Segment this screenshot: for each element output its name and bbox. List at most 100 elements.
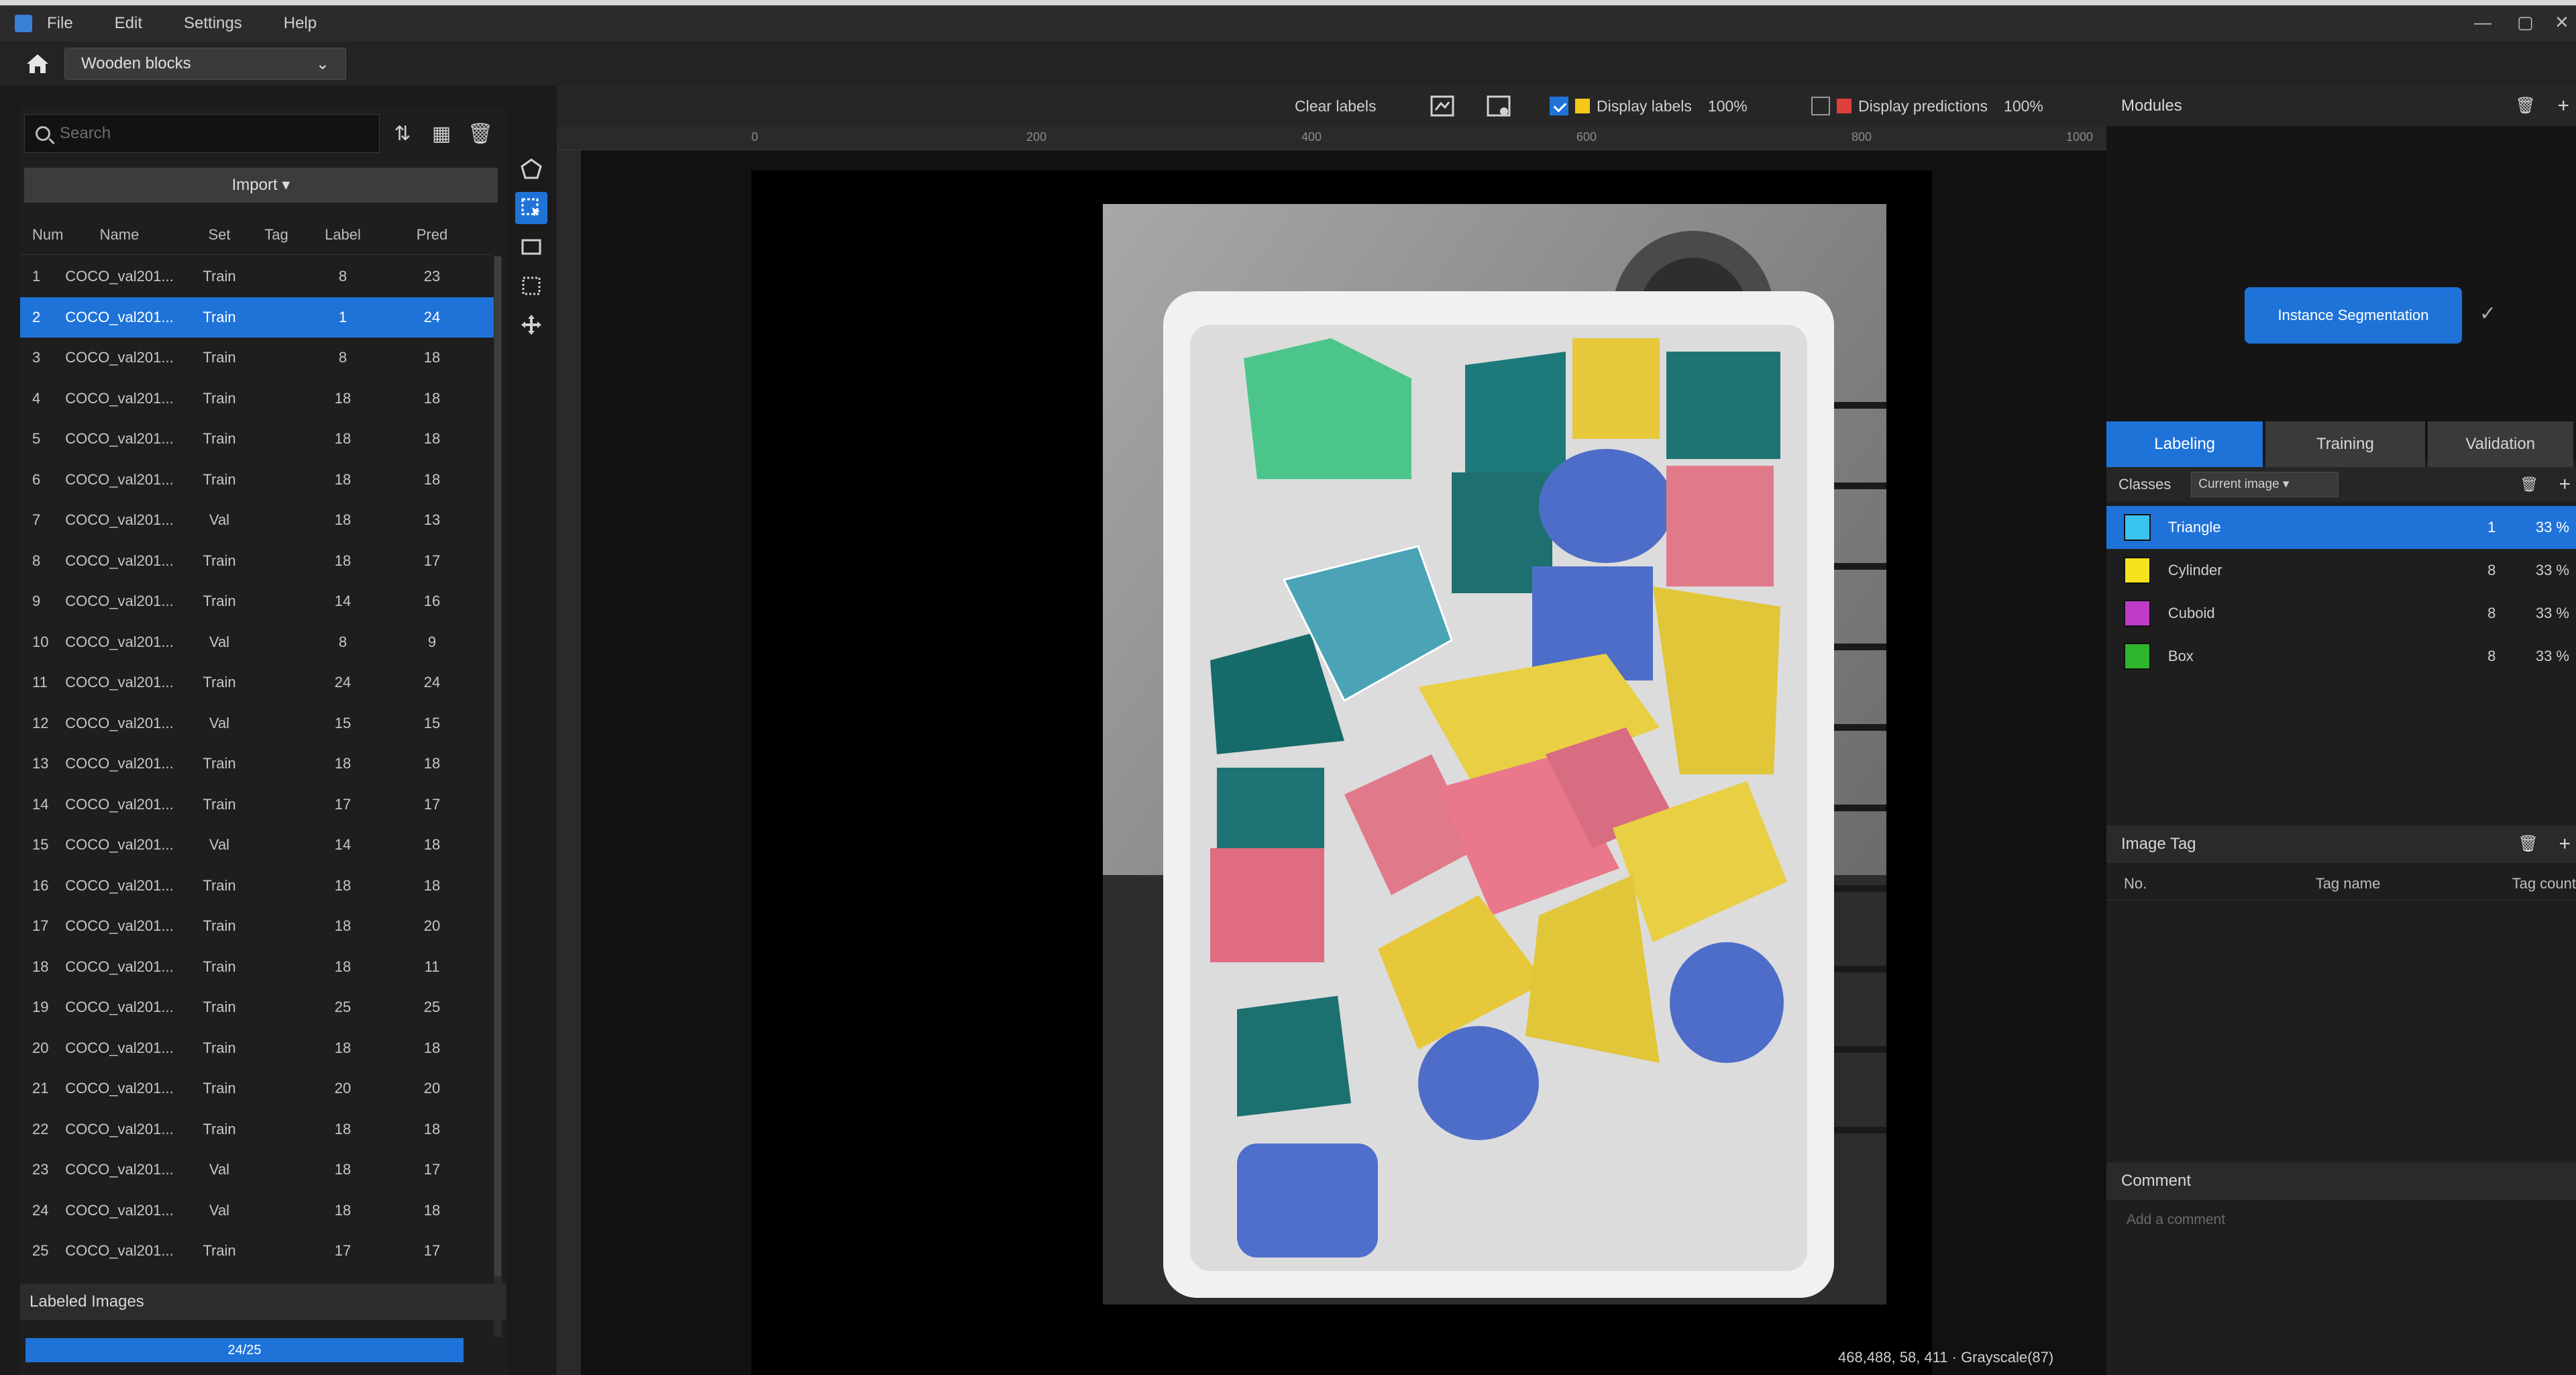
table-row[interactable]: 5 COCO_val201... Train 18 18 — [20, 419, 494, 460]
table-row[interactable]: 19 COCO_val201... Train 25 25 — [20, 987, 494, 1028]
col-tag[interactable]: Tag — [252, 226, 301, 244]
table-row[interactable]: 24 COCO_val201... Val 18 18 — [20, 1190, 494, 1231]
project-dropdown[interactable]: Wooden blocks ⌄ — [64, 48, 346, 80]
clear-labels-text: Clear labels — [1295, 97, 1377, 115]
table-row[interactable]: 13 COCO_val201... Train 18 18 — [20, 744, 494, 784]
table-row[interactable]: 11 COCO_val201... Train 24 24 — [20, 662, 494, 703]
table-row[interactable]: 6 COCO_val201... Train 18 18 — [20, 460, 494, 501]
class-color-swatch[interactable] — [2124, 600, 2151, 627]
grid-view-icon[interactable]: ▦ — [427, 119, 456, 149]
class-color-swatch[interactable] — [2124, 643, 2151, 670]
tab-labeling[interactable]: Labeling — [2106, 421, 2263, 467]
tab-validation[interactable]: Validation — [2427, 421, 2573, 467]
table-row[interactable]: 18 COCO_val201... Train 18 11 — [20, 947, 494, 988]
display-predictions-toggle[interactable]: Display predictions 100% — [1811, 91, 2043, 121]
add-class-icon[interactable]: + — [2559, 473, 2571, 496]
cell-label: 18 — [334, 755, 352, 772]
table-row[interactable]: 15 COCO_val201... Val 14 18 — [20, 825, 494, 866]
rectangle-tool-icon[interactable] — [515, 231, 547, 263]
cell-name: COCO_val201... — [65, 389, 174, 407]
table-scrollbar[interactable] — [494, 256, 502, 1337]
class-color-swatch[interactable] — [2124, 514, 2151, 541]
ruler-tick: 800 — [1851, 130, 1872, 144]
table-row[interactable]: 25 COCO_val201... Train 17 17 — [20, 1231, 494, 1272]
table-row[interactable]: 3 COCO_val201... Train 8 18 — [20, 338, 494, 378]
table-row[interactable]: 10 COCO_val201... Val 8 9 — [20, 622, 494, 663]
scrollbar-thumb[interactable] — [494, 256, 501, 1276]
sample-image[interactable] — [1103, 204, 1886, 1305]
table-row[interactable]: 16 COCO_val201... Train 18 18 — [20, 866, 494, 907]
canvas-toolbar: Clear labels Display labels 100% Display… — [557, 86, 2106, 126]
add-tag-icon[interactable]: + — [2559, 825, 2571, 863]
menu-settings[interactable]: Settings — [184, 14, 242, 33]
polygon-tool-icon[interactable] — [515, 153, 547, 185]
table-row[interactable]: 17 COCO_val201... Train 18 20 — [20, 906, 494, 947]
search-box[interactable]: Search — [24, 114, 380, 153]
menu-help[interactable]: Help — [284, 14, 317, 33]
cell-set: Train — [203, 876, 236, 894]
module-node-instance-segmentation[interactable]: Instance Segmentation — [2245, 287, 2462, 344]
select-tool-icon[interactable] — [515, 192, 547, 224]
display-labels-toggle[interactable]: Display labels 100% — [1550, 91, 1748, 121]
menu-edit[interactable]: Edit — [115, 14, 142, 33]
table-row[interactable]: 23 COCO_val201... Val 18 17 — [20, 1150, 494, 1190]
table-row[interactable]: 12 COCO_val201... Val 15 15 — [20, 703, 494, 744]
display-predictions-checkbox[interactable] — [1811, 97, 1830, 115]
delete-icon[interactable]: 🗑 — [466, 119, 495, 149]
class-item-box[interactable]: Box 8 33 % — [2106, 635, 2576, 678]
trash-icon[interactable]: 🗑 — [2518, 825, 2538, 863]
col-num[interactable]: Num — [20, 226, 63, 244]
tab-training[interactable]: Training — [2265, 421, 2425, 467]
close-icon[interactable]: ✕ — [2555, 12, 2569, 33]
image-canvas[interactable] — [581, 150, 2106, 1375]
table-row[interactable]: 2 COCO_val201... Train 1 24 — [20, 297, 494, 338]
minimize-icon[interactable]: — — [2474, 12, 2491, 33]
class-color-swatch[interactable] — [2124, 557, 2151, 584]
fit-image-icon[interactable] — [1429, 91, 1456, 121]
cell-num: 21 — [32, 1080, 49, 1097]
trash-icon[interactable]: 🗑 — [2520, 476, 2538, 493]
class-count: 8 — [2487, 605, 2496, 621]
class-item-cylinder[interactable]: Cylinder 8 33 % — [2106, 549, 2576, 592]
cell-label: 14 — [334, 836, 352, 854]
table-row[interactable]: 7 COCO_val201... Val 18 13 — [20, 500, 494, 541]
lasso-tool-icon[interactable] — [515, 270, 547, 302]
cell-label: 8 — [338, 349, 347, 366]
display-predictions-text: Display predictions — [1858, 97, 1988, 115]
cell-label: 18 — [334, 511, 352, 529]
classes-filter-dropdown[interactable]: Current image ▾ — [2191, 472, 2339, 497]
col-name[interactable]: Name — [52, 226, 186, 244]
move-tool-icon[interactable] — [515, 309, 547, 341]
filter-icon[interactable]: ⇅ — [388, 119, 417, 149]
menu-file[interactable]: File — [47, 14, 73, 33]
table-row[interactable]: 22 COCO_val201... Train 18 18 — [20, 1109, 494, 1150]
display-labels-opacity[interactable]: 100% — [1708, 97, 1748, 115]
class-item-cuboid[interactable]: Cuboid 8 33 % — [2106, 592, 2576, 635]
table-row[interactable]: 20 COCO_val201... Train 18 18 — [20, 1028, 494, 1069]
col-pred[interactable]: Pred — [385, 226, 479, 244]
home-icon[interactable] — [24, 50, 51, 77]
table-row[interactable]: 21 COCO_val201... Train 20 20 — [20, 1068, 494, 1109]
maximize-icon[interactable]: ▢ — [2517, 12, 2534, 33]
clear-labels-button[interactable]: Clear labels — [1295, 91, 1376, 121]
table-row[interactable]: 14 COCO_val201... Train 17 17 — [20, 784, 494, 825]
table-row[interactable]: 1 COCO_val201... Train 8 23 — [20, 256, 494, 297]
display-labels-checkbox[interactable] — [1550, 97, 1568, 115]
cell-set: Train — [203, 552, 236, 569]
table-row[interactable]: 4 COCO_val201... Train 18 18 — [20, 378, 494, 419]
import-button[interactable]: Import ▾ — [24, 168, 498, 203]
cell-set: Train — [203, 308, 236, 325]
table-row[interactable]: 9 COCO_val201... Train 14 16 — [20, 581, 494, 622]
class-item-triangle[interactable]: Triangle 1 33 % — [2106, 506, 2576, 549]
col-set[interactable]: Set — [186, 226, 252, 244]
comment-input[interactable]: Add a comment — [2127, 1212, 2225, 1228]
cell-name: COCO_val201... — [65, 836, 174, 854]
table-row[interactable]: 8 COCO_val201... Train 18 17 — [20, 541, 494, 582]
trash-icon[interactable]: 🗑 — [2516, 86, 2536, 126]
cell-pred: 18 — [423, 836, 441, 854]
status-readout: 468,488, 58, 411 · Grayscale(87) — [1838, 1349, 2054, 1366]
display-predictions-opacity[interactable]: 100% — [2004, 97, 2043, 115]
col-label[interactable]: Label — [301, 226, 385, 244]
add-icon[interactable]: + — [2557, 86, 2569, 126]
image-settings-icon[interactable] — [1485, 91, 1512, 121]
